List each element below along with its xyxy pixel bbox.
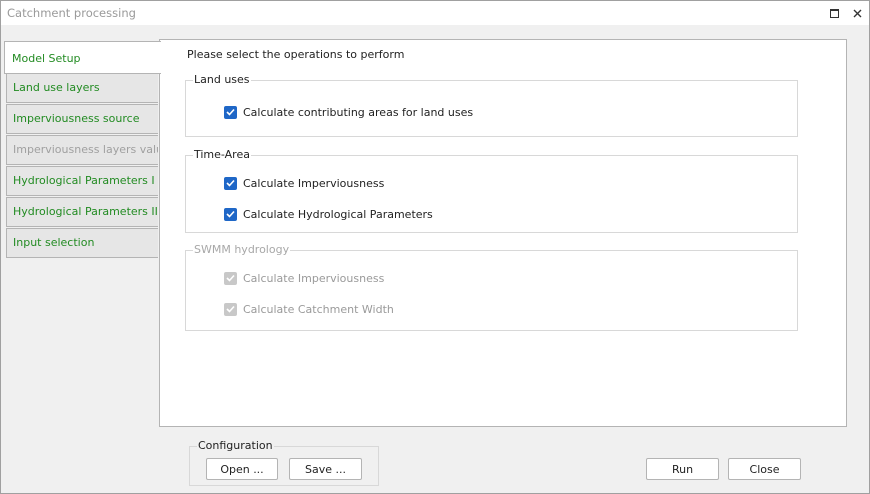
tab-label: Imperviousness layers values: [13, 143, 158, 156]
close-icon: [853, 9, 861, 17]
group-legend: SWMM hydrology: [193, 243, 291, 256]
close-window-button[interactable]: [848, 4, 866, 22]
swmm-imperviousness-checkbox: Calculate Imperviousness: [224, 270, 384, 286]
time-area-group: Time-Area Calculate Imperviousness Calcu…: [185, 148, 798, 233]
tab-label: Input selection: [13, 236, 95, 249]
maximize-icon: [829, 8, 839, 18]
tab-hydrological-parameters-ii[interactable]: Hydrological Parameters II: [6, 197, 158, 227]
tab-hydrological-parameters-i[interactable]: Hydrological Parameters I: [6, 166, 158, 196]
checkbox-label: Calculate Hydrological Parameters: [243, 207, 433, 221]
run-button[interactable]: Run: [646, 458, 719, 480]
checkbox-label: Calculate Imperviousness: [243, 176, 385, 190]
land-uses-group: Land uses Calculate contributing areas f…: [185, 73, 798, 137]
operations-prompt: Please select the operations to perform: [187, 48, 405, 61]
checkbox-label: Calculate Catchment Width: [243, 302, 394, 316]
checkbox-checked-icon: [224, 176, 237, 190]
group-legend: Land uses: [193, 73, 251, 86]
open-configuration-button[interactable]: Open ...: [206, 458, 278, 480]
swmm-hydrology-group: SWMM hydrology Calculate Imperviousness …: [185, 243, 798, 331]
close-button[interactable]: Close: [728, 458, 801, 480]
checkbox-checked-icon: [224, 302, 237, 316]
checkbox-label: Calculate contributing areas for land us…: [243, 105, 474, 119]
checkbox-checked-icon: [224, 105, 237, 119]
checkbox-label: Calculate Imperviousness: [243, 271, 385, 285]
tab-input-selection[interactable]: Input selection: [6, 228, 158, 258]
window-title: Catchment processing: [7, 6, 136, 20]
catchment-processing-window: Catchment processing Model Setup Land us…: [0, 0, 870, 494]
time-area-imperviousness-checkbox[interactable]: Calculate Imperviousness: [224, 175, 384, 191]
model-setup-panel: Please select the operations to perform …: [159, 39, 847, 427]
maximize-button[interactable]: [825, 4, 843, 22]
group-legend: Time-Area: [193, 148, 251, 161]
swmm-catchment-width-checkbox: Calculate Catchment Width: [224, 301, 394, 317]
title-bar: Catchment processing: [1, 1, 869, 25]
tab-label: Hydrological Parameters II: [13, 205, 158, 218]
tab-imperviousness-layers-values: Imperviousness layers values: [6, 135, 158, 165]
checkbox-checked-icon: [224, 207, 237, 221]
checkbox-checked-icon: [224, 271, 237, 285]
tab-label: Hydrological Parameters I: [13, 174, 155, 187]
tab-imperviousness-source[interactable]: Imperviousness source: [6, 104, 158, 134]
tab-label: Land use layers: [13, 81, 100, 94]
save-configuration-button[interactable]: Save ...: [289, 458, 362, 480]
tab-label: Imperviousness source: [13, 112, 140, 125]
tab-model-setup[interactable]: Model Setup: [4, 41, 161, 74]
configuration-legend: Configuration: [197, 439, 274, 452]
contributing-areas-checkbox[interactable]: Calculate contributing areas for land us…: [224, 104, 473, 120]
tab-label: Model Setup: [12, 52, 81, 65]
tab-land-use-layers[interactable]: Land use layers: [6, 73, 158, 103]
hydrological-parameters-checkbox[interactable]: Calculate Hydrological Parameters: [224, 206, 433, 222]
